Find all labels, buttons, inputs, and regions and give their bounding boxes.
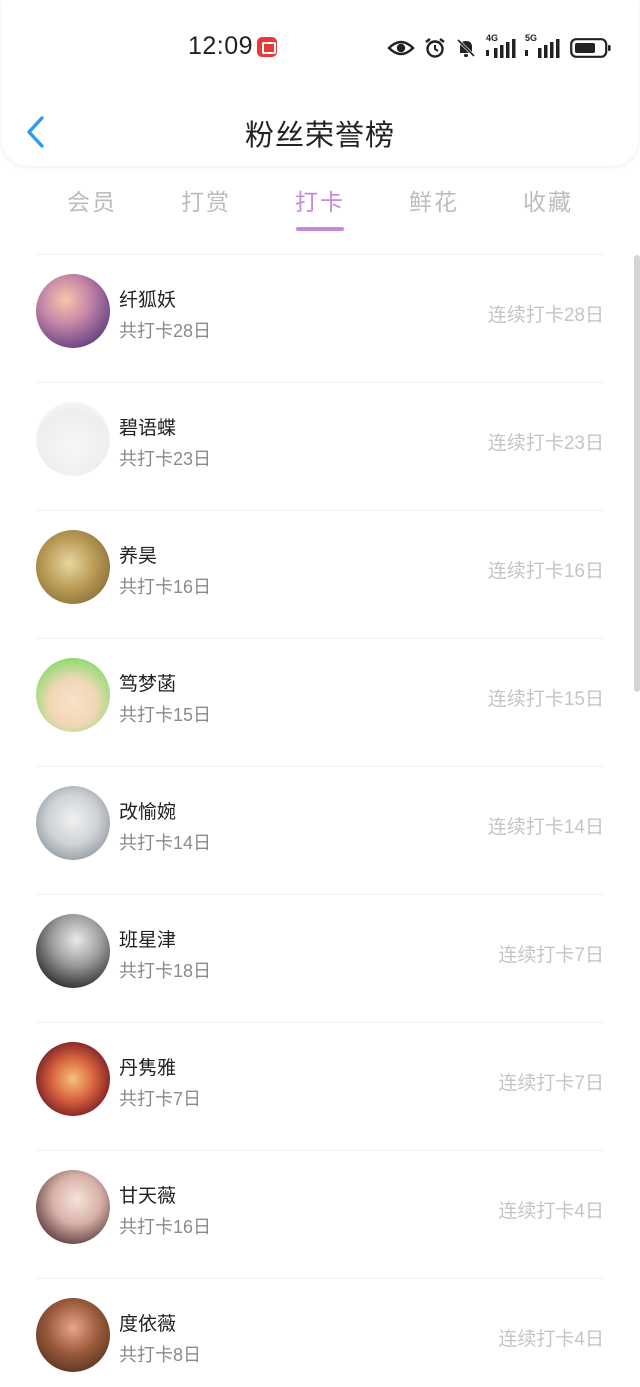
signal-4g-icon: 4G (486, 33, 516, 60)
tab-label: 会员 (67, 189, 117, 215)
streak-checkin: 连续打卡23日 (487, 433, 604, 454)
tab-label: 鲜花 (409, 189, 459, 215)
avatar[interactable] (36, 786, 110, 860)
list-item[interactable]: 纤狐妖 共打卡28日 连续打卡28日 (36, 254, 604, 382)
total-checkin: 共打卡16日 (119, 1217, 212, 1237)
total-checkin: 共打卡8日 (119, 1345, 202, 1365)
streak-checkin: 连续打卡7日 (498, 945, 604, 966)
alarm-icon (425, 38, 445, 58)
tab-tips[interactable]: 打赏 (161, 183, 251, 217)
list-item[interactable]: 度依薇 共打卡8日 连续打卡4日 (36, 1278, 604, 1387)
tab-label: 打赏 (181, 189, 231, 215)
list-item[interactable]: 改愉婉 共打卡14日 连续打卡14日 (36, 766, 604, 894)
fan-name: 碧语蝶 (119, 418, 177, 439)
avatar[interactable] (36, 1170, 110, 1244)
avatar[interactable] (36, 658, 110, 732)
avatar[interactable] (36, 914, 110, 988)
tab-flowers[interactable]: 鲜花 (389, 183, 479, 217)
fan-name: 笃梦菡 (119, 674, 177, 695)
streak-checkin: 连续打卡28日 (487, 305, 604, 326)
fan-list: 纤狐妖 共打卡28日 连续打卡28日 碧语蝶 共打卡23日 连续打卡23日 养昊… (0, 254, 640, 1387)
fan-name: 改愉婉 (119, 802, 177, 823)
bell-off-icon (456, 38, 476, 58)
tab-checkin[interactable]: 打卡 (275, 183, 365, 231)
fan-name: 纤狐妖 (119, 290, 177, 311)
total-checkin: 共打卡7日 (119, 1089, 202, 1109)
signal-5g-icon: 5G (525, 33, 561, 60)
battery-icon (570, 38, 611, 58)
total-checkin: 共打卡14日 (119, 833, 212, 853)
fan-name: 丹隽雅 (119, 1058, 177, 1079)
fan-name: 度依薇 (119, 1314, 177, 1335)
streak-checkin: 连续打卡4日 (498, 1329, 604, 1350)
list-item[interactable]: 碧语蝶 共打卡23日 连续打卡23日 (36, 382, 604, 510)
total-checkin: 共打卡23日 (119, 449, 212, 469)
header-card: 12:09 4G 5G 粉丝荣誉榜 (2, 0, 638, 166)
avatar[interactable] (36, 274, 110, 348)
streak-checkin: 连续打卡7日 (498, 1073, 604, 1094)
streak-checkin: 连续打卡15日 (487, 689, 604, 710)
tab-label: 打卡 (295, 189, 345, 215)
notification-icon (257, 37, 277, 57)
status-time: 12:09 (188, 32, 254, 60)
fan-name: 养昊 (119, 546, 158, 567)
total-checkin: 共打卡15日 (119, 705, 212, 725)
page-title: 粉丝荣誉榜 (244, 120, 395, 152)
list-item[interactable]: 班星津 共打卡18日 连续打卡7日 (36, 894, 604, 1022)
avatar[interactable] (36, 530, 110, 604)
avatar[interactable] (36, 1298, 110, 1372)
total-checkin: 共打卡16日 (119, 577, 212, 597)
tab-favorites[interactable]: 收藏 (503, 183, 593, 217)
list-item[interactable]: 丹隽雅 共打卡7日 连续打卡7日 (36, 1022, 604, 1150)
eye-icon (387, 40, 415, 56)
streak-checkin: 连续打卡14日 (487, 817, 604, 838)
tab-label: 收藏 (523, 189, 573, 215)
list-item[interactable]: 养昊 共打卡16日 连续打卡16日 (36, 510, 604, 638)
streak-checkin: 连续打卡4日 (498, 1201, 604, 1222)
avatar[interactable] (36, 1042, 110, 1116)
avatar[interactable] (36, 402, 110, 476)
tab-bar: 会员 打赏 打卡 鲜花 收藏 (0, 183, 640, 243)
total-checkin: 共打卡18日 (119, 961, 212, 981)
list-item[interactable]: 甘天薇 共打卡16日 连续打卡4日 (36, 1150, 604, 1278)
active-tab-indicator (296, 227, 344, 231)
fan-name: 班星津 (119, 930, 177, 951)
tab-membership[interactable]: 会员 (47, 183, 137, 217)
status-icons: 4G 5G (387, 33, 612, 62)
fan-name: 甘天薇 (119, 1186, 177, 1207)
list-item[interactable]: 笃梦菡 共打卡15日 连续打卡15日 (36, 638, 604, 766)
streak-checkin: 连续打卡16日 (487, 561, 604, 582)
total-checkin: 共打卡28日 (119, 321, 212, 341)
